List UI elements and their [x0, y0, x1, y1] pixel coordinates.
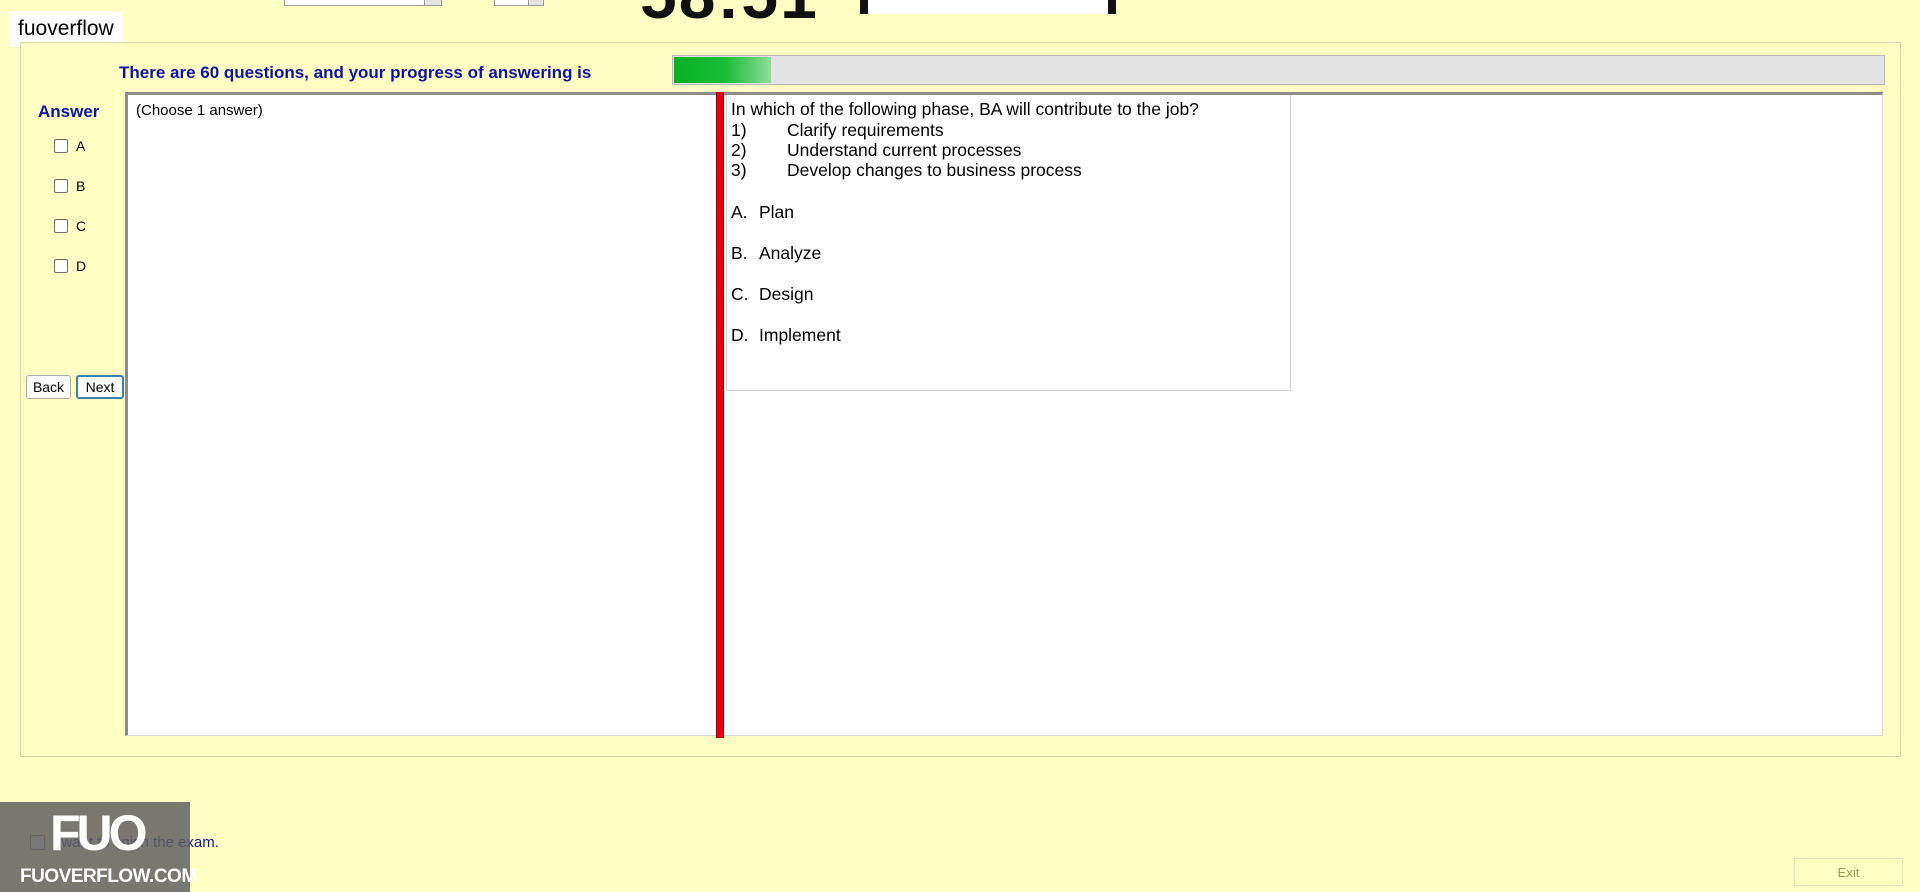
font-combobox[interactable]	[284, 0, 442, 6]
watermark-site: FUOVERFLOW.COM	[20, 866, 197, 887]
watermark-mark: FUO	[50, 805, 148, 861]
answer-checkbox-d[interactable]	[54, 259, 68, 273]
answer-checkbox-c[interactable]	[54, 219, 68, 233]
answer-choice-d: D. Implement	[731, 325, 841, 345]
progress-bar-fill	[674, 57, 771, 83]
countdown-timer: 58:51	[640, 0, 819, 28]
question-item: 3) Develop changes to business process	[731, 160, 1082, 180]
answer-title: Answer	[38, 102, 100, 121]
answer-option-a[interactable]: A	[54, 138, 85, 154]
answer-checkbox-b[interactable]	[54, 179, 68, 193]
question-image: In which of the following phase, BA will…	[726, 95, 1291, 391]
spin-arrows-icon[interactable]	[528, 0, 543, 5]
answer-option-b[interactable]: B	[54, 178, 85, 194]
choose-hint: (Choose 1 answer)	[136, 102, 263, 119]
answer-option-label: B	[76, 178, 86, 194]
question-item: 1) Clarify requirements	[731, 120, 944, 140]
answer-option-label: C	[76, 218, 87, 234]
answer-option-c[interactable]: C	[54, 218, 86, 234]
progress-bar	[672, 55, 1885, 85]
answer-choice-b: B. Analyze	[731, 243, 822, 263]
answer-choice-c: C. Design	[731, 284, 814, 304]
notes-pane[interactable]: (Choose 1 answer)	[125, 92, 716, 736]
answer-choice-a: A. Plan	[731, 202, 795, 222]
answer-option-label: A	[76, 138, 86, 154]
pane-splitter[interactable]	[716, 92, 724, 738]
question-text: In which of the following phase, BA will…	[731, 99, 1199, 119]
answer-checkbox-a[interactable]	[54, 139, 68, 153]
zoom-spinner[interactable]	[494, 0, 544, 6]
question-pane[interactable]: In which of the following phase, BA will…	[724, 92, 1883, 736]
back-button[interactable]: Back	[26, 375, 71, 399]
timer-box	[860, 0, 1116, 14]
question-item: 2) Understand current processes	[731, 140, 1022, 160]
exit-button[interactable]: Exit	[1794, 858, 1903, 886]
watermark-logo: FUO FUOVERFLOW.COM	[0, 802, 197, 892]
chevron-down-icon[interactable]	[424, 0, 441, 5]
progress-label: There are 60 questions, and your progres…	[119, 63, 592, 82]
answer-option-label: D	[76, 258, 87, 274]
next-button[interactable]: Next	[76, 375, 124, 399]
answer-option-d[interactable]: D	[54, 258, 86, 274]
